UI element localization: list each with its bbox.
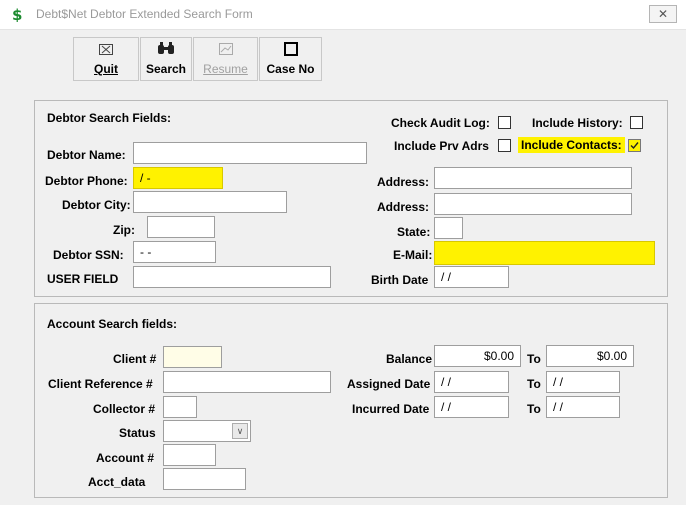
debtor-group-title: Debtor Search Fields:: [47, 111, 172, 125]
debtor-phone-input[interactable]: / -: [133, 167, 223, 189]
account-group-title: Account Search fields:: [47, 317, 178, 331]
client-input[interactable]: [163, 346, 222, 368]
debtor-name-label: Debtor Name:: [47, 148, 126, 162]
assigned-date-to-input[interactable]: / /: [546, 371, 620, 393]
user-field-label: USER FIELD: [47, 272, 119, 286]
assigned-date-label: Assigned Date: [347, 377, 431, 391]
app-dollar-icon: $: [9, 6, 25, 22]
close-button[interactable]: ✕: [649, 5, 677, 23]
incurred-to-label: To: [527, 402, 541, 416]
address1-input[interactable]: [434, 167, 632, 189]
include-contacts-label: Include Contacts:: [518, 137, 625, 153]
resume-label: Resume: [203, 62, 248, 76]
birth-date-label: Birth Date: [371, 273, 429, 287]
quit-icon: [99, 42, 113, 60]
debtor-name-input[interactable]: [133, 142, 367, 164]
zip-input[interactable]: [147, 216, 215, 238]
state-input[interactable]: [434, 217, 463, 239]
email-input[interactable]: [434, 241, 655, 265]
balance-to-label: To: [527, 352, 541, 366]
chevron-down-icon[interactable]: ∨: [232, 423, 248, 439]
quit-button[interactable]: Quit: [73, 37, 139, 81]
collector-label: Collector #: [93, 402, 156, 416]
binoculars-icon: [157, 42, 175, 60]
balance-label: Balance: [386, 352, 433, 366]
address2-label: Address:: [377, 200, 430, 214]
search-label: Search: [145, 62, 187, 76]
svg-text:$: $: [12, 6, 22, 22]
include-prv-adrs-label: Include Prv Adrs: [394, 139, 489, 153]
assigned-date-from-input[interactable]: / /: [434, 371, 509, 393]
incurred-date-from-input[interactable]: / /: [434, 396, 509, 418]
status-select[interactable]: ∨: [163, 420, 251, 442]
user-field-input[interactable]: [133, 266, 331, 288]
client-reference-input[interactable]: [163, 371, 331, 393]
close-icon: ✕: [657, 7, 669, 21]
window-title: Debt$Net Debtor Extended Search Form: [36, 7, 253, 21]
resume-icon: [218, 42, 234, 60]
address2-input[interactable]: [434, 193, 632, 215]
debtor-ssn-label: Debtor SSN:: [53, 248, 124, 262]
debtor-ssn-input[interactable]: - -: [133, 241, 216, 263]
check-audit-log-label: Check Audit Log:: [391, 116, 490, 130]
client-label: Client #: [113, 352, 157, 366]
include-history-label: Include History:: [532, 116, 623, 130]
resume-button[interactable]: Resume: [193, 37, 258, 81]
incurred-date-to-input[interactable]: / /: [546, 396, 620, 418]
checkmark-icon: [630, 142, 639, 150]
address1-label: Address:: [377, 175, 430, 189]
include-history-checkbox[interactable]: [630, 116, 643, 129]
email-label: E-Mail:: [393, 248, 433, 262]
quit-label: Quit: [94, 62, 118, 76]
case-no-label: Case No: [266, 62, 315, 76]
account-label: Account #: [96, 451, 155, 465]
acct-data-input[interactable]: [163, 468, 246, 490]
search-button[interactable]: Search: [140, 37, 192, 81]
debtor-phone-label: Debtor Phone:: [45, 174, 128, 188]
check-audit-log-checkbox[interactable]: [498, 116, 511, 129]
zip-label: Zip:: [113, 223, 135, 237]
include-contacts-checkbox[interactable]: [628, 139, 641, 152]
balance-to-input[interactable]: $0.00: [546, 345, 634, 367]
include-prv-adrs-checkbox[interactable]: [498, 139, 511, 152]
debtor-city-label: Debtor City:: [62, 198, 131, 212]
balance-from-input[interactable]: $0.00: [434, 345, 521, 367]
debtor-city-input[interactable]: [133, 191, 287, 213]
assigned-to-label: To: [527, 377, 541, 391]
account-input[interactable]: [163, 444, 216, 466]
status-label: Status: [119, 426, 156, 440]
case-box-icon: [283, 42, 298, 60]
case-no-button[interactable]: Case No: [259, 37, 322, 81]
collector-input[interactable]: [163, 396, 197, 418]
client-reference-label: Client Reference #: [48, 377, 153, 391]
incurred-date-label: Incurred Date: [352, 402, 430, 416]
state-label: State:: [397, 225, 431, 239]
acct-data-label: Acct_data: [88, 475, 146, 489]
birth-date-input[interactable]: / /: [434, 266, 509, 288]
title-bar: $ Debt$Net Debtor Extended Search Form ✕: [0, 0, 686, 30]
